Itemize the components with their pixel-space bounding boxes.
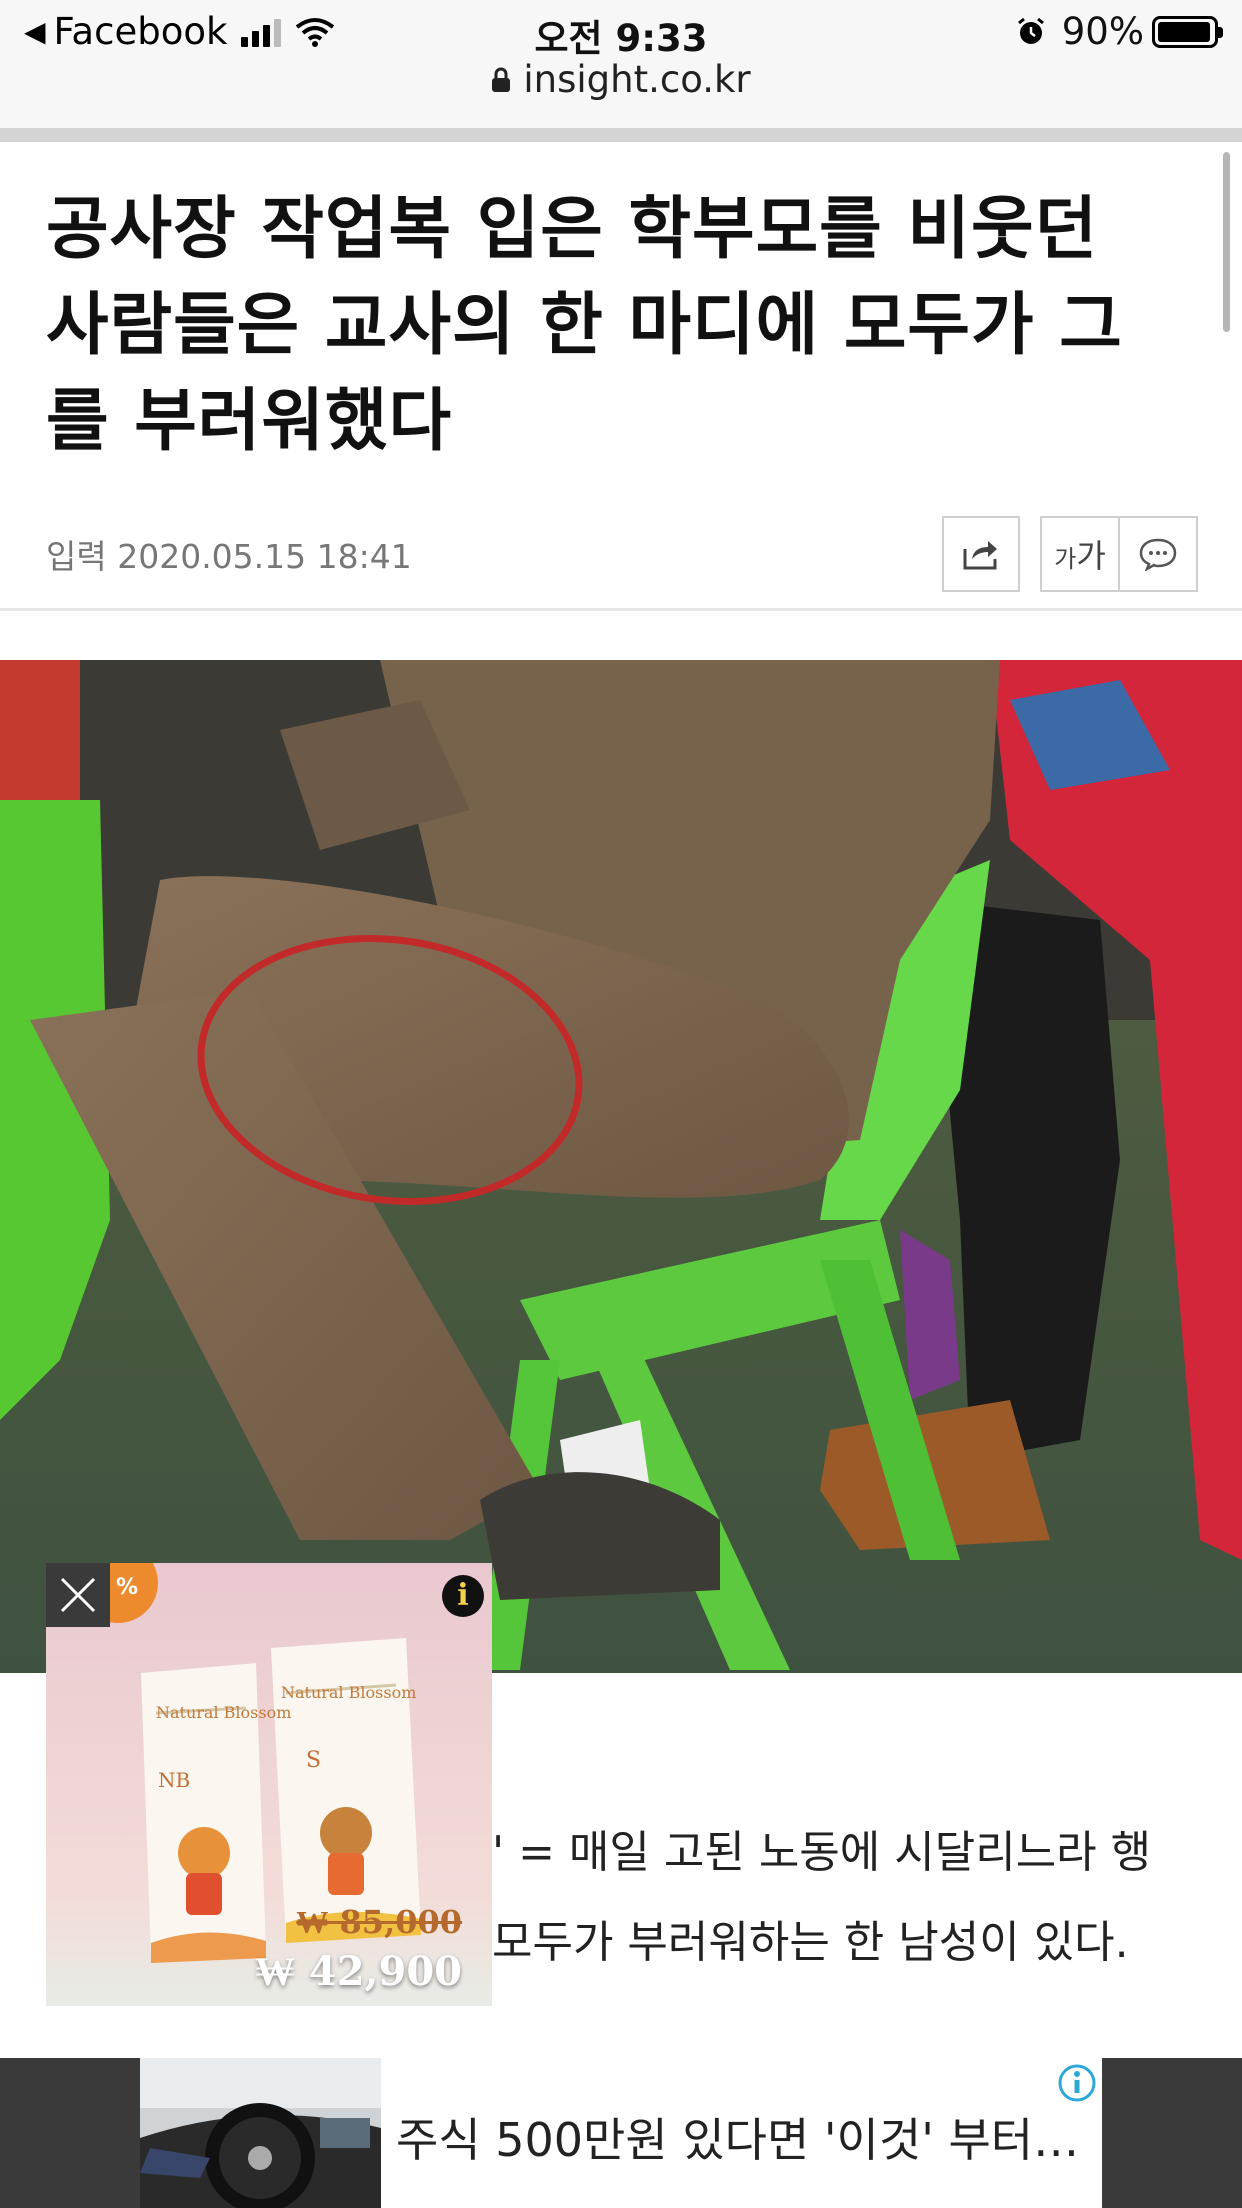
photo-illustration xyxy=(0,660,1242,1673)
ad-brand-2: Natural Blossom xyxy=(281,1683,417,1702)
alarm-icon xyxy=(1017,17,1044,44)
banner-content[interactable]: 주식 500만원 있다면 '이것' 부터… xyxy=(140,2058,1102,2208)
address-bar[interactable]: insight.co.kr xyxy=(0,58,1242,101)
floating-ad[interactable]: Natural Blossom Natural Blossom NB S % i… xyxy=(46,1563,492,2006)
status-bar: ◀ Facebook 오전 9:33 90% insight.co.kr xyxy=(0,0,1242,128)
article-body-line: ' = 매일 고된 노동에 시달리느라 행 xyxy=(492,1827,1152,1878)
headline-line: 를 부러워했다 xyxy=(46,382,453,461)
font-size-button[interactable]: 가가 xyxy=(1042,518,1120,590)
headline-line: 사람들은 교사의 한 마디에 모두가 그 xyxy=(46,286,1123,365)
font-large-label: 가 xyxy=(1076,537,1106,575)
comment-button[interactable] xyxy=(1120,518,1196,590)
battery-icon xyxy=(1152,15,1223,48)
headline-line: 공사장 작업복 입은 학부모를 비웃던 xyxy=(46,190,1099,269)
ad-discount-badge: % xyxy=(116,1575,139,1600)
article-headline: 공사장 작업복 입은 학부모를 비웃던 사람들은 교사의 한 마디에 모두가 그… xyxy=(46,182,1196,470)
status-right: 90% xyxy=(1016,10,1223,53)
banner-thumbnail xyxy=(140,2058,381,2208)
share-icon xyxy=(963,541,997,570)
ad-original-price: ₩ 85,000 xyxy=(296,1903,462,1941)
ad-sale-price: ₩ 42,900 xyxy=(254,1948,462,1995)
article-photo[interactable] xyxy=(0,660,1242,1673)
banner-headline: 주식 500만원 있다면 '이것' 부터… xyxy=(396,2113,1080,2167)
ad-close-button[interactable] xyxy=(46,1563,110,1627)
page-load-bar xyxy=(0,128,1242,142)
battery-percent: 90% xyxy=(1061,10,1144,53)
ad-info-button[interactable]: i xyxy=(442,1575,484,1617)
ad-brand-1: Natural Blossom xyxy=(156,1703,292,1722)
font-small-label: 가 xyxy=(1054,545,1077,573)
comment-icon xyxy=(1139,538,1177,571)
article-tools: 가가 xyxy=(1040,516,1198,592)
close-icon xyxy=(60,1577,96,1613)
bottom-banner-ad[interactable]: 주식 500만원 있다면 '이것' 부터… xyxy=(0,2058,1242,2208)
article-body-line: 모두가 부러워하는 한 남성이 있다. xyxy=(492,1917,1129,1968)
url-text: insight.co.kr xyxy=(523,58,751,101)
scrollbar[interactable] xyxy=(1223,152,1230,332)
ad-size-nb: NB xyxy=(158,1768,191,1792)
lock-icon xyxy=(492,67,511,92)
ad-size-s: S xyxy=(306,1748,322,1773)
ad-info-icon[interactable] xyxy=(1052,2058,1102,2108)
publish-date: 입력 2020.05.15 18:41 xyxy=(46,537,412,576)
share-button[interactable] xyxy=(942,516,1020,592)
divider xyxy=(0,608,1242,611)
